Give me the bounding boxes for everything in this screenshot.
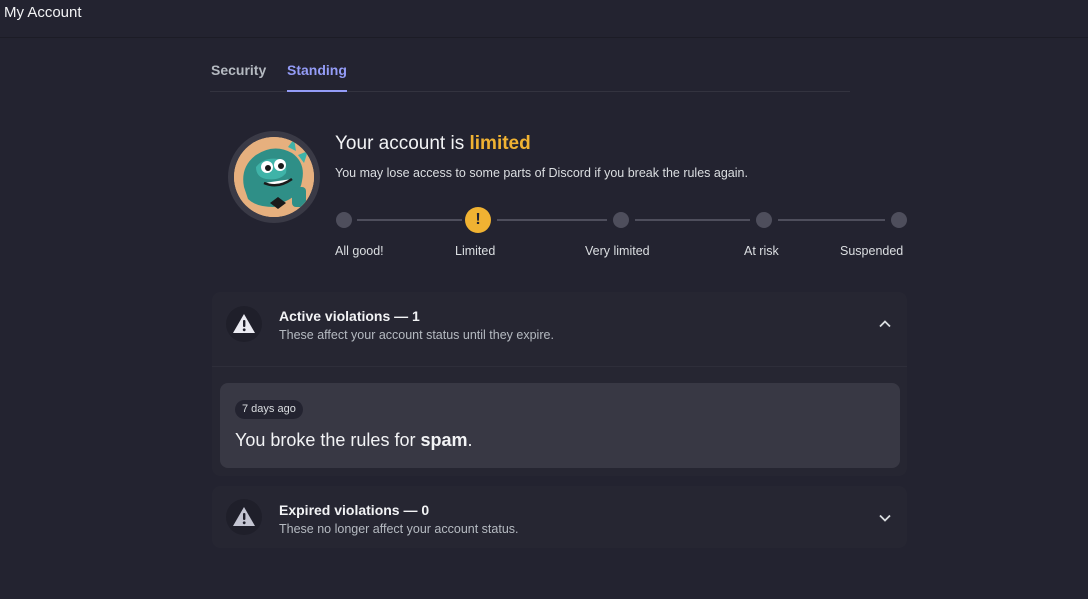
status-heading: Your account is limited [335, 133, 531, 155]
active-violations-header[interactable]: Active violations — 1 These affect your … [212, 292, 907, 366]
divider [212, 366, 907, 367]
step-label-at-risk: At risk [744, 244, 779, 258]
track-segment [635, 219, 750, 221]
page-title: My Account [4, 4, 82, 21]
step-dot-all-good [336, 212, 352, 228]
warning-icon [226, 306, 262, 342]
expired-violations-card: Expired violations — 0 These no longer a… [212, 486, 907, 548]
step-label-very-limited: Very limited [585, 244, 650, 258]
violation-text: You broke the rules for spam. [235, 430, 473, 451]
top-bar: My Account [0, 0, 1088, 38]
violation-text-suffix: . [467, 430, 473, 450]
violation-time-badge: 7 days ago [235, 400, 303, 419]
step-dot-at-risk [756, 212, 772, 228]
standing-track: ! All good! Limited Very limited At risk… [335, 206, 910, 266]
tab-bar: Security Standing [210, 58, 850, 92]
step-label-limited: Limited [455, 244, 496, 258]
step-dot-suspended [891, 212, 907, 228]
step-dot-limited-warning-icon: ! [465, 207, 491, 233]
expired-violations-description: These no longer affect your account stat… [279, 522, 519, 536]
dinosaur-avatar-icon [234, 137, 314, 217]
track-segment [497, 219, 607, 221]
violation-reason: spam [420, 430, 468, 450]
step-label-all-good: All good! [335, 244, 384, 258]
status-level: limited [469, 133, 531, 154]
active-violations-description: These affect your account status until t… [279, 328, 554, 342]
active-violations-title: Active violations — 1 [279, 308, 420, 324]
tab-standing[interactable]: Standing [287, 62, 347, 92]
tab-security[interactable]: Security [211, 62, 266, 92]
step-label-suspended: Suspended [840, 244, 904, 258]
violation-item: 7 days ago You broke the rules for spam. [220, 383, 900, 468]
expired-violations-header[interactable]: Expired violations — 0 These no longer a… [212, 486, 907, 548]
active-violations-card: Active violations — 1 These affect your … [212, 292, 907, 476]
warning-icon [226, 499, 262, 535]
status-description: You may lose access to some parts of Dis… [335, 166, 748, 180]
track-segment [357, 219, 462, 221]
violation-text-prefix: You broke the rules for [235, 430, 421, 450]
expired-violations-title: Expired violations — 0 [279, 502, 430, 518]
avatar [228, 131, 320, 223]
chevron-down-icon[interactable] [877, 510, 893, 526]
status-heading-prefix: Your account is [335, 133, 470, 154]
track-segment [778, 219, 885, 221]
chevron-up-icon[interactable] [877, 316, 893, 332]
step-dot-very-limited [613, 212, 629, 228]
